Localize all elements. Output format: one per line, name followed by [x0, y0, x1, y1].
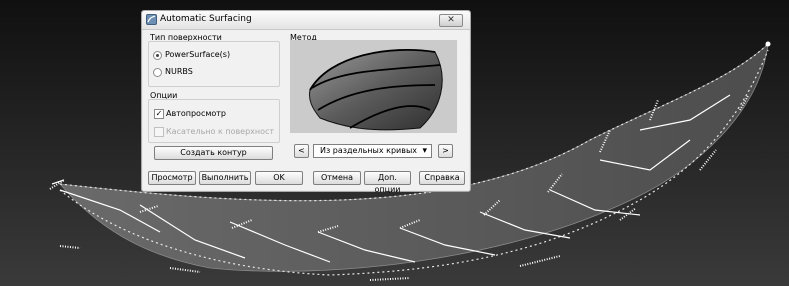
extra-options-button[interactable]: Доп. опции: [364, 171, 411, 194]
nurbs-label[interactable]: NURBS: [165, 67, 193, 76]
method-select-value: Из раздельных кривых: [320, 146, 417, 155]
nurbs-radio[interactable]: [153, 68, 162, 77]
method-next-button[interactable]: >: [438, 144, 453, 158]
options-group: [148, 99, 280, 143]
help-button[interactable]: Справка: [419, 171, 465, 185]
dialog-title: Automatic Surfacing: [160, 14, 252, 24]
powersurface-label[interactable]: PowerSurface(s): [165, 50, 230, 59]
create-contour-button[interactable]: Создать контур: [154, 146, 273, 160]
powersurface-radio[interactable]: [153, 51, 162, 60]
apply-button[interactable]: Выполнить: [199, 171, 251, 185]
preview-button[interactable]: Просмотр: [148, 171, 196, 185]
autopreview-checkbox[interactable]: ✓: [154, 109, 164, 119]
cancel-button[interactable]: Отмена: [313, 171, 361, 185]
surface-type-group: [148, 41, 280, 87]
title-bar[interactable]: Automatic Surfacing ✕: [142, 11, 470, 30]
method-prev-button[interactable]: <: [294, 144, 309, 158]
tangent-checkbox: [154, 127, 164, 137]
close-button[interactable]: ✕: [439, 14, 463, 27]
curve-endpoint[interactable]: [765, 41, 771, 47]
method-preview-image: [290, 40, 457, 133]
autopreview-label[interactable]: Автопросмотр: [166, 109, 226, 118]
automatic-surfacing-dialog: Automatic Surfacing ✕ Тип поверхности Po…: [141, 10, 471, 194]
tangent-label: Касательно к поверхност: [166, 127, 275, 136]
ok-button[interactable]: OK: [255, 171, 303, 185]
method-select[interactable]: Из раздельных кривых ▾: [313, 144, 432, 158]
chevron-down-icon: ▾: [422, 146, 427, 156]
surfacing-app-icon: [146, 14, 157, 25]
